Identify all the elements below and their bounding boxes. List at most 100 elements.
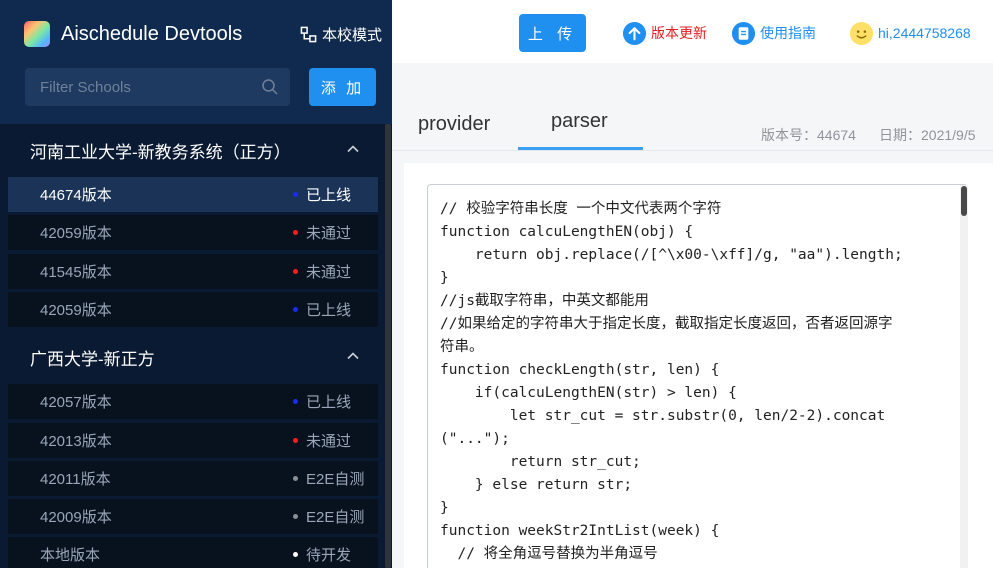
user-greeting: hi,2444758268 — [878, 25, 971, 41]
add-button[interactable]: 添 加 — [309, 68, 376, 106]
version-row[interactable]: 42011版本 E2E自测 — [8, 460, 378, 496]
sidebar-scrollbar-thumb[interactable] — [385, 124, 391, 568]
tab-parser[interactable]: parser — [551, 110, 608, 133]
chevron-up-icon[interactable] — [346, 142, 360, 156]
filter-schools-input[interactable] — [25, 68, 290, 106]
version-label: 42057版本 — [40, 394, 112, 412]
editor-scrollbar-track — [960, 185, 968, 568]
app-root: Aischedule Devtools 本校模式 添 加 河南工业大学-新教务系… — [0, 0, 993, 568]
version-label: 42059版本 — [40, 301, 112, 319]
version-label: 42059版本 — [40, 225, 112, 243]
chevron-up-icon[interactable] — [346, 349, 360, 363]
school-name: 广西大学-新正方 — [30, 349, 155, 369]
status-badge: 未通过 — [293, 215, 351, 250]
code-line: } else return str; — [440, 477, 633, 493]
version-label: 本地版本 — [40, 547, 101, 565]
code-line: return str_cut; — [440, 454, 641, 470]
upload-arrow-icon — [622, 21, 647, 45]
code-content[interactable]: // 校验字符串长度 一个中文代表两个字符 function calcuLengt… — [440, 198, 950, 566]
status-badge: 待开发 — [293, 537, 351, 568]
status-badge: 未通过 — [293, 254, 351, 289]
code-line: function checkLength(str, len) { — [440, 362, 720, 378]
app-logo — [24, 21, 50, 47]
version-row[interactable]: 42059版本 已上线 — [8, 291, 378, 327]
status-text: 已上线 — [306, 187, 352, 204]
version-label: 42009版本 — [40, 509, 112, 527]
upload-button[interactable]: 上 传 — [519, 14, 586, 52]
status-badge: 已上线 — [293, 292, 351, 327]
code-line: let str_cut = str.substr(0, len/2-2).con… — [440, 408, 886, 424]
status-text: 未通过 — [306, 263, 352, 281]
sidebar: Aischedule Devtools 本校模式 添 加 河南工业大学-新教务系… — [0, 0, 392, 568]
version-row[interactable]: 41545版本 未通过 — [8, 253, 378, 289]
status-dot — [293, 306, 298, 312]
version-row[interactable]: 42009版本 E2E自测 — [8, 499, 378, 535]
release-date: 日期：2021/9/5 — [879, 127, 976, 143]
status-badge: 未通过 — [293, 423, 351, 458]
status-dot — [293, 475, 298, 481]
user-guide-label: 使用指南 — [760, 25, 816, 41]
code-line: ("..."); — [440, 431, 510, 447]
status-text: 已上线 — [306, 301, 352, 319]
version-row[interactable]: 42059版本 未通过 — [8, 215, 378, 251]
editor-scrollbar-thumb[interactable] — [961, 186, 967, 216]
document-icon — [731, 21, 756, 45]
status-text: 未通过 — [306, 225, 352, 243]
code-line: if(calcuLengthEN(str) > len) { — [440, 385, 737, 401]
version-label: 42011版本 — [40, 470, 111, 488]
code-line: return obj.replace(/[^\x00-\xff]/g, "aa"… — [440, 247, 903, 263]
search-icon — [262, 79, 278, 95]
status-badge: 已上线 — [293, 384, 351, 419]
version-label: 42013版本 — [40, 432, 112, 450]
school-mode-button[interactable]: 本校模式 — [300, 24, 382, 45]
version-update-label: 版本更新 — [651, 25, 707, 41]
status-dot — [293, 268, 298, 274]
status-badge: 已上线 — [293, 177, 351, 212]
sidebar-header: Aischedule Devtools 本校模式 添 加 — [0, 0, 392, 124]
code-line: function weekStr2IntList(week) { — [440, 523, 720, 539]
version-row[interactable]: 42013版本 未通过 — [8, 422, 378, 458]
version-label: 44674版本 — [40, 187, 112, 204]
user-menu[interactable]: hi,2444758268 — [849, 20, 971, 46]
tabs-area — [392, 63, 993, 160]
code-line: } — [440, 500, 449, 516]
code-line: } — [440, 270, 449, 286]
status-text: E2E自测 — [306, 470, 365, 488]
status-text: 已上线 — [306, 394, 352, 412]
school-name: 河南工业大学-新教务系统（正方） — [30, 142, 291, 162]
version-number: 版本号：44674 — [761, 127, 856, 143]
app-title: Aischedule Devtools — [61, 23, 243, 45]
status-text: 待开发 — [306, 547, 352, 565]
school-list: 河南工业大学-新教务系统（正方） 44674版本 已上线 42059版本 未通过 4154… — [0, 124, 384, 568]
school-group-header[interactable]: 广西大学-新正方 — [0, 331, 384, 383]
status-text: E2E自测 — [306, 509, 365, 527]
status-badge: E2E自测 — [293, 499, 364, 534]
status-badge: E2E自测 — [293, 461, 364, 496]
status-dot — [293, 399, 298, 405]
version-row[interactable]: 44674版本 已上线 — [8, 177, 378, 212]
code-line: // 将全角逗号替换为半角逗号 — [440, 546, 658, 562]
filter-schools-box — [25, 68, 290, 106]
tab-provider[interactable]: provider — [418, 113, 490, 136]
status-dot — [293, 192, 298, 197]
version-label: 41545版本 — [40, 263, 112, 281]
code-line: //如果给定的字符串大于指定长度，截取指定长度返回，否者返回源字 — [440, 316, 893, 332]
tabs-divider — [392, 150, 993, 151]
version-row[interactable]: 本地版本 待开发 — [8, 537, 378, 568]
school-mode-label: 本校模式 — [322, 27, 383, 44]
version-update-link[interactable]: 版本更新 — [622, 20, 707, 46]
status-text: 未通过 — [306, 432, 352, 450]
code-line: // 校验字符串长度 一个中文代表两个字符 — [440, 201, 722, 217]
code-line: //js截取字符串，中英文都能用 — [440, 293, 649, 309]
status-dot — [293, 552, 298, 558]
version-row[interactable]: 42057版本 已上线 — [8, 384, 378, 420]
status-dot — [293, 230, 298, 236]
user-guide-link[interactable]: 使用指南 — [731, 20, 816, 46]
code-line: function calcuLengthEN(obj) { — [440, 224, 694, 240]
status-dot — [293, 514, 298, 520]
school-group-header[interactable]: 河南工业大学-新教务系统（正方） — [0, 124, 384, 176]
mode-icon — [300, 26, 317, 43]
status-dot — [293, 437, 298, 443]
code-line: 符串。 — [440, 339, 484, 355]
smiley-avatar-icon — [849, 21, 874, 45]
